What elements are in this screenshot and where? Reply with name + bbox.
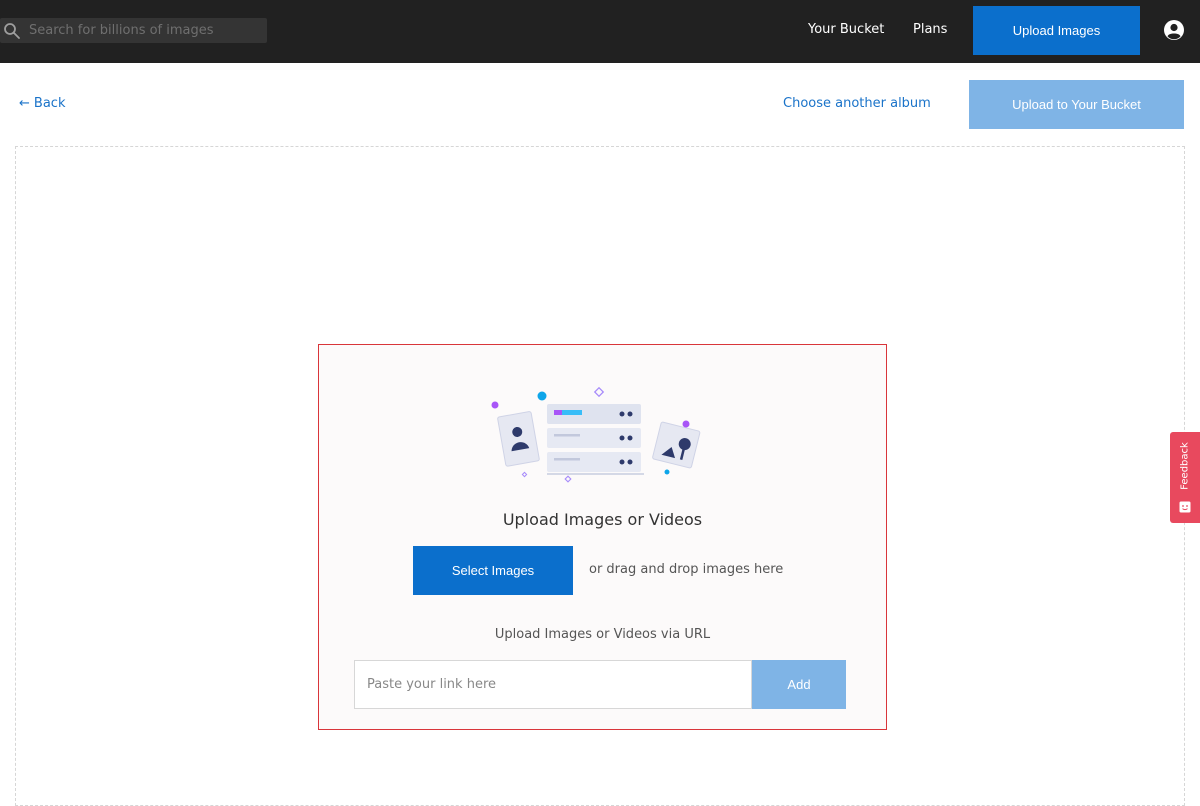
upload-panel-title: Upload Images or Videos [502,510,703,529]
url-input[interactable] [354,660,752,709]
choose-another-album-link[interactable]: Choose another album [783,96,931,111]
back-arrow-icon: ← [19,96,30,111]
search-input[interactable] [29,23,259,38]
search-box[interactable] [0,18,267,43]
back-link[interactable]: ← Back [19,96,65,111]
upload-images-button[interactable]: Upload Images [973,6,1140,55]
feedback-tab[interactable]: Feedback [1170,432,1200,523]
account-circle-icon[interactable] [1163,19,1185,41]
back-label: Back [33,96,66,111]
upload-to-bucket-button[interactable]: Upload to Your Bucket [969,80,1184,129]
url-upload-label: Upload Images or Videos via URL [494,627,711,642]
feedback-label: Feedback [1179,442,1191,490]
feedback-icon [1179,501,1191,513]
nav-plans[interactable]: Plans [913,22,947,37]
add-url-button[interactable]: Add [752,660,846,709]
top-navbar: Your Bucket Plans Upload Images [0,0,1200,63]
nav-your-bucket[interactable]: Your Bucket [808,22,884,37]
select-images-button[interactable]: Select Images [413,546,573,595]
drag-drop-hint: or drag and drop images here [589,562,784,577]
upload-illustration [491,386,701,483]
search-icon [4,22,20,39]
